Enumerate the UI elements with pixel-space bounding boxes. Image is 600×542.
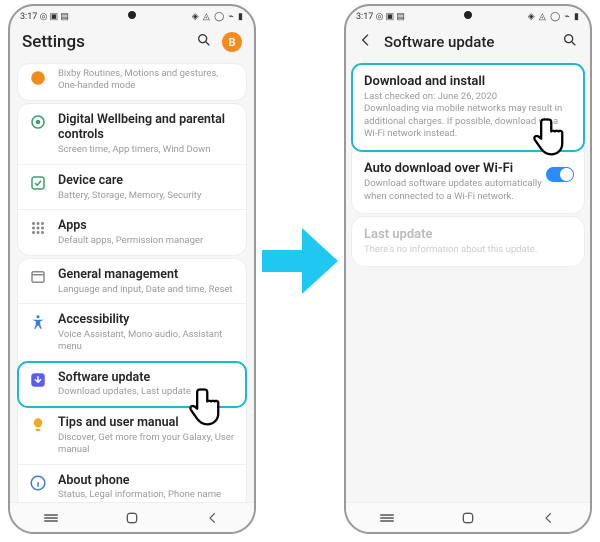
settings-row-general[interactable]: General management Language and input, D…	[18, 259, 246, 305]
wifi-toggle[interactable]	[546, 167, 574, 182]
software-update-icon	[29, 371, 47, 393]
search-icon[interactable]	[196, 32, 212, 52]
wellbeing-icon	[29, 113, 47, 135]
page-title: Settings	[22, 32, 85, 52]
row-title: Digital Wellbeing and parental controls	[58, 112, 236, 143]
settings-list: Bixby Routines, Motions and gestures, On…	[10, 64, 254, 509]
nav-bar	[346, 502, 590, 532]
settings-row-apps[interactable]: Apps Default apps, Permission manager	[18, 210, 246, 255]
search-icon[interactable]	[562, 32, 578, 52]
row-title: Download and install	[364, 74, 572, 89]
row-subtitle: Discover, Get more from your Galaxy, Use…	[58, 432, 236, 456]
apps-icon	[29, 219, 47, 241]
camera-cutout	[464, 11, 472, 19]
row-subtitle: Voice Assistant, Mono audio, Assistant m…	[58, 329, 236, 353]
row-subtitle: There's no information about this update…	[364, 244, 572, 256]
status-left-icons: ◎ ▣ ▤	[376, 12, 405, 22]
status-right-icons: ◈ ◬ ◯ ⌁ ▮	[192, 12, 244, 22]
camera-cutout	[128, 11, 136, 19]
auto-download-wifi-row[interactable]: Auto download over Wi-Fi Download softwa…	[352, 151, 584, 213]
about-phone-icon	[29, 474, 47, 496]
general-icon	[29, 268, 47, 290]
settings-row-devicecare[interactable]: Device care Battery, Storage, Memory, Se…	[18, 165, 246, 211]
row-subtitle: Default apps, Permission manager	[58, 235, 236, 247]
row-title: Device care	[58, 173, 236, 189]
row-subtitle: Screen time, App timers, Wind Down	[58, 144, 236, 156]
settings-row-accessibility[interactable]: Accessibility Voice Assistant, Mono audi…	[18, 304, 246, 361]
page-title: Software update	[384, 33, 494, 51]
status-left-icons: ◎ ▣ ▤	[40, 12, 69, 22]
bixby-icon	[29, 69, 47, 91]
transition-arrow-icon	[262, 228, 338, 294]
download-install-row[interactable]: Download and install Last checked on: Ju…	[352, 64, 584, 151]
row-subtitle: Battery, Storage, Memory, Security	[58, 190, 236, 202]
settings-header: Settings B	[10, 28, 254, 60]
row-subtitle: Status, Legal information, Phone name	[58, 489, 236, 501]
row-title: Tips and user manual	[58, 415, 236, 431]
nav-recent-icon[interactable]	[378, 511, 396, 525]
row-title: About phone	[58, 473, 236, 489]
nav-home-icon[interactable]	[123, 511, 141, 525]
nav-home-icon[interactable]	[459, 511, 477, 525]
settings-row-software-update[interactable]: Software update Download updates, Last u…	[18, 362, 246, 408]
nav-recent-icon[interactable]	[42, 511, 60, 525]
nav-back-icon[interactable]	[204, 511, 222, 525]
settings-row-tips[interactable]: Tips and user manual Discover, Get more …	[18, 407, 246, 464]
status-right-icons: ◈ ◬ ◯ ⌁ ▮	[528, 12, 580, 22]
tips-icon	[29, 416, 47, 438]
row-title: Auto download over Wi-Fi	[364, 161, 572, 176]
accessibility-icon	[29, 313, 47, 335]
settings-row-bixby[interactable]: Bixby Routines, Motions and gestures, On…	[18, 64, 246, 100]
row-title: Accessibility	[58, 312, 236, 328]
last-update-row: Last update There's no information about…	[352, 217, 584, 266]
row-title: Bixby Routines, Motions and gestures, On…	[58, 68, 236, 92]
left-phone-frame: 3:17 ◎ ▣ ▤ ◈ ◬ ◯ ⌁ ▮ Settings B Bixby Ro…	[8, 4, 256, 534]
row-subtitle: Language and input, Date and time, Reset	[58, 284, 236, 296]
profile-avatar[interactable]: B	[222, 32, 242, 52]
status-time: 3:17	[20, 12, 37, 22]
software-update-header: Software update	[346, 28, 590, 60]
device-care-icon	[29, 174, 47, 196]
row-title: General management	[58, 267, 236, 283]
row-title: Software update	[58, 370, 236, 386]
row-title: Apps	[58, 218, 236, 234]
nav-bar	[10, 502, 254, 532]
right-phone-frame: 3:17 ◎ ▣ ▤ ◈ ◬ ◯ ⌁ ▮ Software update Dow…	[344, 4, 592, 534]
status-time: 3:17	[356, 12, 373, 22]
settings-row-wellbeing[interactable]: Digital Wellbeing and parental controls …	[18, 104, 246, 165]
row-subtitle: Download updates, Last update	[58, 386, 236, 398]
nav-back-icon[interactable]	[540, 511, 558, 525]
back-icon[interactable]	[358, 32, 374, 52]
row-subtitle: Download software updates automatically …	[364, 178, 572, 203]
row-subtitle: Last checked on: June 26, 2020 Downloadi…	[364, 91, 572, 140]
row-title: Last update	[364, 227, 572, 242]
